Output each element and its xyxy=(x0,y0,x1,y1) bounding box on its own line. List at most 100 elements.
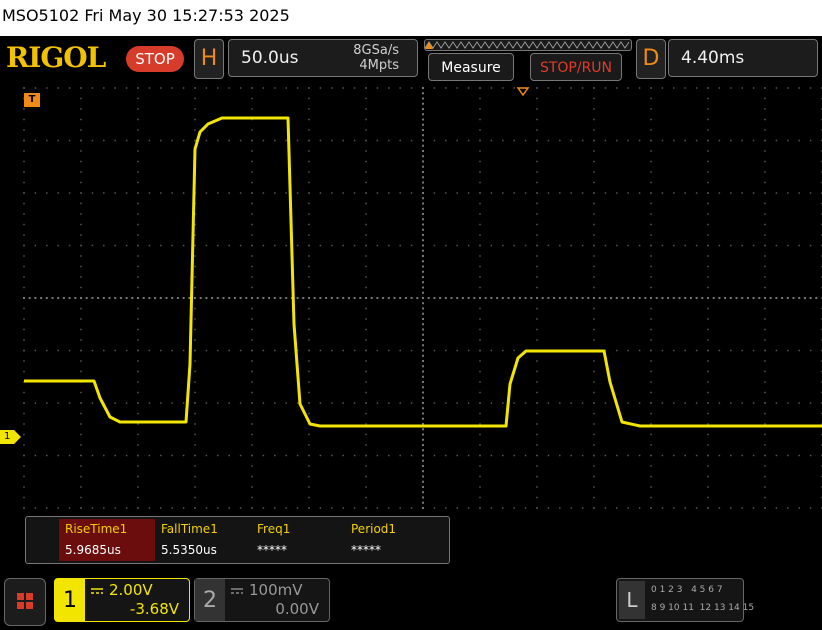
grid-dot xyxy=(650,496,652,499)
main-menu-button[interactable] xyxy=(4,578,46,626)
grid-dot xyxy=(365,349,367,352)
grid-dot xyxy=(308,255,310,257)
grid-dot xyxy=(741,454,743,457)
grid-dot xyxy=(775,402,778,404)
grid-dot xyxy=(741,192,743,194)
memory-position-strip[interactable] xyxy=(424,39,632,51)
grid-dot xyxy=(450,297,453,299)
grid-dot xyxy=(792,297,795,299)
grid-dot xyxy=(650,360,652,362)
grid-dot xyxy=(673,192,675,194)
grid-dot xyxy=(359,297,362,299)
grid-dot xyxy=(251,370,253,373)
grid-dot xyxy=(593,97,595,100)
grid-dot xyxy=(638,297,641,299)
measure-button[interactable]: Measure xyxy=(428,53,514,81)
grid-dot xyxy=(80,349,82,352)
stop-run-button[interactable]: STOP/RUN xyxy=(530,53,622,81)
channel2-panel[interactable]: 2 100mV 0.00V xyxy=(194,578,330,622)
grid-dot xyxy=(707,97,709,100)
grid-dot xyxy=(718,349,721,352)
grid-dot xyxy=(80,391,82,394)
grid-dot xyxy=(718,87,721,89)
grid-dot xyxy=(57,507,59,509)
grid-dot xyxy=(479,349,481,352)
measurement-freq[interactable]: Freq1 ***** xyxy=(251,519,347,561)
grid-dot xyxy=(262,507,265,509)
grid-dot xyxy=(433,139,436,142)
grid-dot xyxy=(650,108,652,110)
grid-dot xyxy=(422,213,424,215)
grid-dot xyxy=(559,87,561,89)
grid-dot xyxy=(125,297,128,299)
grid-dot xyxy=(103,454,105,457)
grid-dot xyxy=(490,139,493,142)
grid-dot xyxy=(456,402,458,404)
grid-dot xyxy=(422,438,424,441)
grid-dot xyxy=(365,265,367,268)
grid-dot xyxy=(285,454,287,457)
grid-dot xyxy=(809,87,812,89)
delay-menu-button[interactable]: D xyxy=(636,39,666,79)
horizontal-menu-button[interactable]: H xyxy=(194,39,224,79)
grid-dot xyxy=(502,454,504,457)
grid-dot xyxy=(319,192,322,194)
grid-dot xyxy=(228,507,230,509)
grid-dot xyxy=(593,223,595,226)
grid-dot xyxy=(547,139,550,142)
grid-dot xyxy=(330,297,333,299)
grid-dot xyxy=(171,244,173,247)
grid-dot xyxy=(194,255,196,257)
measurement-risetime[interactable]: RiseTime1 5.9685us xyxy=(59,519,155,561)
grid-dot xyxy=(125,402,128,404)
grid-dot xyxy=(80,255,82,257)
grid-dot xyxy=(479,286,481,289)
waveform-display[interactable] xyxy=(0,84,822,514)
grid-dot xyxy=(308,87,310,89)
grid-dot xyxy=(809,297,812,299)
grid-dot xyxy=(182,349,185,352)
grid-dot xyxy=(131,297,134,299)
grid-dot xyxy=(741,244,743,247)
grid-dot xyxy=(154,297,157,299)
channel1-ground-marker[interactable]: 1 xyxy=(0,430,22,444)
grid-dot xyxy=(479,339,481,341)
grid-dot xyxy=(251,234,253,236)
grid-dot xyxy=(593,507,595,509)
logic-analyzer-panel[interactable]: L 0 1 2 3 4 5 6 7 8 9 10 11 12 13 14 15 xyxy=(616,578,754,622)
grid-dot xyxy=(137,402,139,404)
grid-dot xyxy=(718,507,721,509)
grid-dot xyxy=(103,192,105,194)
grid-dot xyxy=(775,349,778,352)
grid-dot xyxy=(718,192,721,194)
grid-dot xyxy=(650,328,652,331)
grid-dot xyxy=(661,139,664,142)
grid-dot xyxy=(308,108,310,110)
measurement-period[interactable]: Period1 ***** xyxy=(345,519,441,561)
grid-dot xyxy=(627,349,629,352)
grid-dot xyxy=(718,244,721,247)
grid-dot xyxy=(695,139,698,142)
grid-dot xyxy=(137,391,139,394)
grid-dot xyxy=(205,139,208,142)
grid-dot xyxy=(501,297,504,299)
channel1-panel[interactable]: 1 2.00V -3.68V xyxy=(54,578,190,622)
grid-dot xyxy=(137,223,139,226)
grid-dot xyxy=(627,244,629,247)
grid-dot xyxy=(718,454,721,457)
delay-panel[interactable]: 4.40ms xyxy=(668,39,818,77)
timebase-panel[interactable]: 50.0us 8GSa/s 4Mpts xyxy=(228,39,418,77)
grid-dot xyxy=(473,297,476,299)
measurement-panel[interactable]: RiseTime1 5.9685us FallTime1 5.5350us Fr… xyxy=(25,516,450,564)
grid-dot xyxy=(707,391,709,394)
grid-dot xyxy=(171,507,173,509)
grid-dot xyxy=(707,265,709,268)
trigger-level-marker[interactable]: T xyxy=(24,93,40,107)
grid-dot xyxy=(80,97,82,100)
grid-dot xyxy=(80,328,82,331)
run-state-badge[interactable]: STOP xyxy=(126,46,184,72)
grid-dot xyxy=(57,454,59,457)
grid-dot xyxy=(593,87,595,89)
grid-dot xyxy=(23,339,25,341)
measurement-falltime[interactable]: FallTime1 5.5350us xyxy=(155,519,251,561)
